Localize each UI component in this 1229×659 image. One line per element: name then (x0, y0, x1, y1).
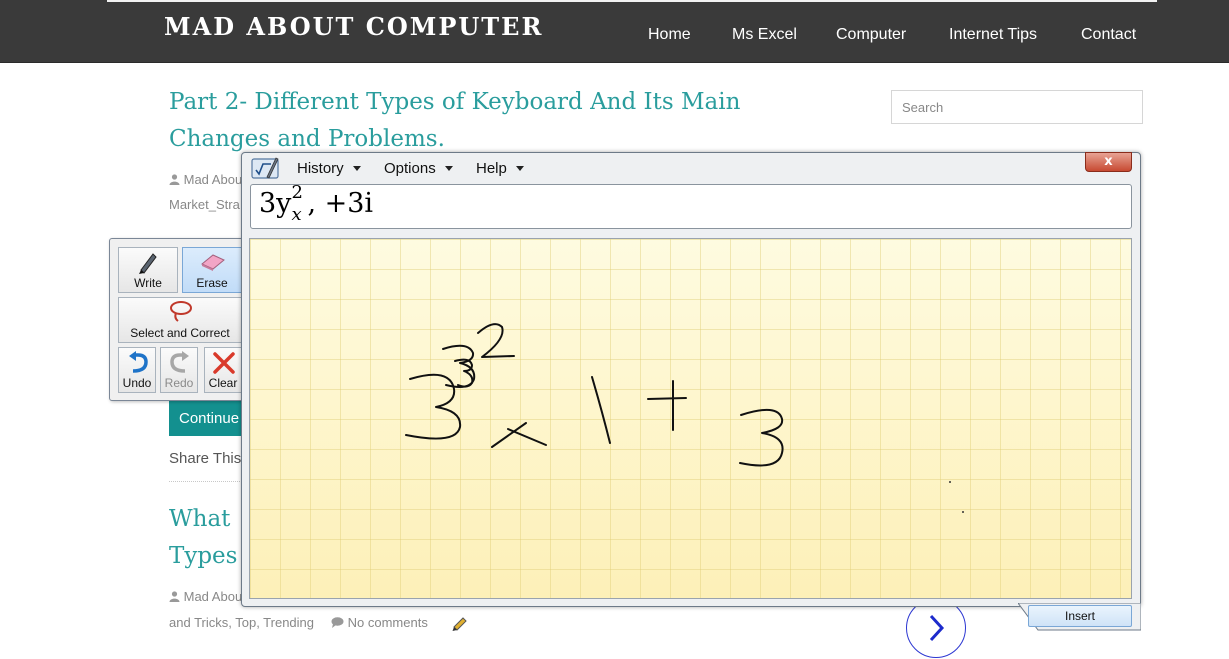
user-icon (169, 591, 180, 602)
nav-computer[interactable]: Computer (836, 26, 906, 44)
post-title-line1[interactable]: Part 2- Different Types of Keyboard And … (169, 89, 740, 115)
redo-button[interactable]: Redo (160, 347, 198, 393)
post-title-line2[interactable]: Changes and Problems. (169, 126, 445, 152)
ink-digit-3-large (405, 373, 462, 440)
post-author[interactable]: Mad Abou (169, 172, 242, 187)
options-menu[interactable]: Options (384, 160, 453, 177)
redo-arrow-icon (170, 351, 189, 373)
erase-tool-label: Erase (196, 276, 228, 290)
ink-plus-horizontal (647, 397, 687, 400)
help-menu[interactable]: Help (476, 160, 525, 177)
ink-letter-x (491, 422, 547, 448)
close-window-button[interactable]: x (1085, 152, 1132, 172)
redo-label: Redo (164, 376, 194, 390)
lasso-icon (170, 301, 192, 322)
nav-contact[interactable]: Contact (1081, 26, 1136, 44)
expr-base: 3y (259, 188, 292, 219)
comments-count: No comments (347, 615, 428, 630)
post-divider (169, 481, 244, 482)
clear-button[interactable]: Clear (204, 347, 242, 393)
erase-tool-button[interactable]: Erase (182, 247, 242, 293)
second-post-author-name: Mad Abou (183, 589, 243, 604)
expr-rest: , +3i (307, 188, 374, 219)
recognized-expression: 3y 2 x, +3i (259, 182, 374, 225)
header-top-strip (107, 0, 1157, 2)
second-post-title-line1[interactable]: What (169, 506, 230, 532)
ink-dot (962, 511, 964, 513)
insert-button[interactable]: Insert (1028, 605, 1132, 627)
post-author-name: Mad Abou (183, 172, 243, 187)
help-menu-label: Help (476, 160, 507, 177)
ink-digit-3-right (739, 408, 784, 467)
math-input-app-icon (251, 157, 279, 179)
pen-icon (139, 253, 157, 274)
second-post-tags[interactable]: and Tricks, Top, Trending (169, 615, 314, 630)
chevron-down-icon (444, 166, 453, 171)
write-tool-label: Write (134, 276, 162, 290)
comments-link[interactable]: No comments (331, 615, 428, 630)
handwritten-ink (405, 323, 964, 513)
site-logo[interactable]: MAD ABOUT COMPUTER (164, 12, 543, 41)
ink-dot (949, 481, 951, 483)
expr-subscript: x (291, 204, 302, 225)
math-tool-palette: Write Erase Select and Correct Undo Redo… (109, 238, 249, 401)
nav-internet-tips[interactable]: Internet Tips (949, 26, 1037, 44)
history-menu[interactable]: History (297, 160, 361, 177)
chevron-down-icon (352, 166, 361, 171)
ink-digit-3-exponent (442, 344, 476, 388)
undo-arrow-icon (129, 351, 148, 373)
expr-superscript: 2 (291, 182, 303, 203)
handwriting-pad[interactable] (249, 238, 1132, 599)
second-post-title-line2[interactable]: Types (169, 543, 237, 569)
ink-digit-2 (477, 323, 515, 358)
next-page-button[interactable] (906, 598, 966, 658)
second-post-author[interactable]: Mad Abou (169, 589, 242, 604)
ink-vertical-stroke (591, 376, 611, 444)
chevron-right-icon (929, 614, 945, 642)
eraser-icon (201, 254, 225, 271)
clear-label: Clear (208, 376, 238, 390)
select-correct-label: Select and Correct (130, 326, 230, 340)
share-this-label: Share This (169, 450, 242, 467)
undo-label: Undo (122, 376, 152, 390)
user-icon (169, 174, 180, 185)
search-input[interactable] (891, 90, 1143, 124)
comment-icon (331, 617, 344, 628)
undo-button[interactable]: Undo (118, 347, 156, 393)
nav-ms-excel[interactable]: Ms Excel (732, 26, 797, 44)
options-menu-label: Options (384, 160, 436, 177)
write-tool-button[interactable]: Write (118, 247, 178, 293)
clear-x-icon (213, 352, 235, 374)
history-menu-label: History (297, 160, 344, 177)
post-category[interactable]: Market_Stra (169, 197, 240, 212)
nav-home[interactable]: Home (648, 26, 691, 44)
continue-reading-button[interactable]: Continue (169, 400, 245, 436)
edit-pencil-icon[interactable] (451, 615, 468, 632)
chevron-down-icon (516, 166, 525, 171)
recognized-expression-preview[interactable]: 3y 2 x, +3i (250, 182, 1132, 229)
select-correct-button[interactable]: Select and Correct (118, 297, 242, 343)
